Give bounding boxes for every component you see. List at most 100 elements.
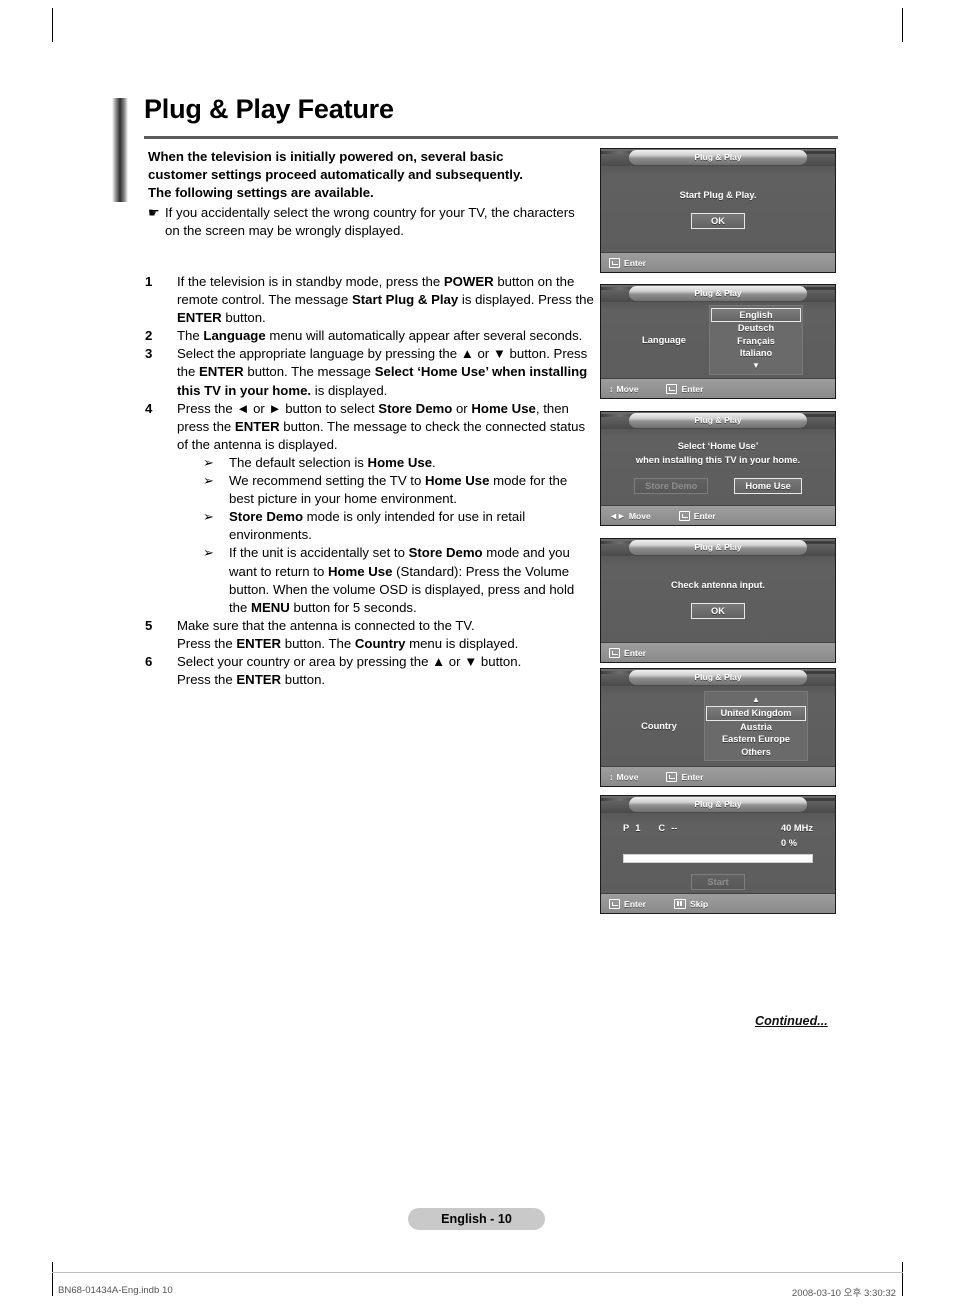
osd-option-item[interactable]: Italiano (710, 347, 802, 360)
osd-option-list[interactable]: ▲ United Kingdom Austria Eastern Europe Othe… (704, 690, 808, 762)
step-number: 5 (145, 617, 153, 633)
crop-mark-top-left (52, 8, 53, 42)
header-rule (144, 136, 838, 139)
osd-option-item[interactable]: English (711, 307, 801, 323)
body-text: If the television is in standby mode, pr… (177, 274, 444, 289)
osd-panel-country: Plug & Play Country ▲ United Kingdom Austria… (600, 668, 836, 787)
scroll-up-arrow-icon[interactable]: ▲ (705, 694, 807, 707)
instruction-steps: 1 If the television is in standby mode, p… (142, 273, 594, 689)
updown-arrows-icon: ↕ (609, 771, 613, 782)
osd-ok-button[interactable]: OK (691, 602, 745, 619)
instruction-step: 6 Select your country or area by pressing… (142, 653, 594, 689)
osd-body: Start Plug & Play. OK (601, 166, 835, 252)
osd-option-item[interactable]: Eastern Europe (705, 733, 807, 746)
body-text: or (452, 400, 472, 416)
osd-start-button-row: Start (623, 872, 813, 890)
osd-footer: Enter (601, 642, 835, 662)
osd-home-use-button[interactable]: Home Use (734, 477, 802, 494)
body-text: is displayed. Press the (458, 292, 594, 308)
page-number-badge: English - 10 (408, 1208, 545, 1230)
pointing-hand-icon: ☛ (148, 205, 160, 220)
scroll-down-arrow-icon[interactable]: ▼ (710, 360, 802, 373)
osd-footer: Enter (601, 252, 835, 272)
instruction-step: 5 Make sure that the antenna is connected… (142, 617, 594, 653)
step-text: If the television is in standby mode, pr… (177, 273, 594, 327)
osd-frequency-value: 40 MHz (780, 823, 813, 833)
osd-program-value: 1 (635, 823, 641, 833)
osd-store-demo-button[interactable]: Store Demo (634, 477, 709, 494)
arrowhead-bullet-icon: ➢ (203, 473, 214, 489)
instruction-step: 2 The Language menu will automatically ap… (142, 327, 594, 345)
emphasis-text: Home Use (327, 563, 393, 579)
step-number: 6 (145, 653, 153, 669)
print-footer-right: 2008-03-10 오후 3:30:32 (791, 1288, 896, 1299)
step-number: 4 (145, 400, 153, 416)
osd-footer-hint-label: Skip (689, 898, 709, 909)
osd-footer: Enter Skip (601, 893, 835, 913)
body-text: Press the ◄ or ► button to select (177, 400, 379, 416)
osd-title-text: Plug & Play (694, 288, 742, 298)
step-text: The Language menu will automatically app… (177, 327, 594, 345)
osd-footer-hint: Skip (673, 898, 709, 909)
intro-lead-line-2: customer settings proceed automatically … (148, 167, 523, 182)
osd-progress-bar (623, 854, 813, 863)
step-subnote-text: The default selection is Home Use. (229, 454, 594, 472)
osd-body: Check antenna input. OK (601, 556, 835, 642)
osd-option-item[interactable]: Austria (705, 721, 807, 734)
emphasis-text: Country (354, 635, 406, 651)
osd-start-button[interactable]: Start (691, 874, 745, 890)
body-text: Press the (177, 635, 237, 651)
instruction-step: 3 Select the appropriate language by pres… (142, 345, 594, 399)
emphasis-text: Store Demo (378, 400, 453, 416)
body-text: Make sure that the antenna is connected … (177, 617, 475, 633)
osd-title-bar: Plug & Play (601, 539, 835, 556)
osd-message-line-1: Select ‘Home Use’ (677, 440, 759, 451)
body-text: menu will automatically appear after sev… (265, 328, 583, 344)
emphasis-text: Store Demo (408, 545, 483, 561)
osd-ok-button[interactable]: OK (691, 212, 745, 229)
arrowhead-bullet-icon: ➢ (203, 509, 214, 525)
osd-panel-home-use: Plug & Play Select ‘Home Use’ when install… (600, 411, 836, 526)
emphasis-text: ENTER (199, 364, 244, 380)
step-subnote: ➢ If the unit is accidentally set to Stor… (203, 544, 594, 616)
emphasis-text: POWER (443, 274, 494, 289)
arrowhead-bullet-icon: ➢ (203, 454, 214, 470)
enter-key-icon (609, 257, 620, 268)
step-text: Press the ◄ or ► button to select Store … (177, 400, 594, 617)
osd-option-item[interactable]: Deutsch (710, 322, 802, 335)
osd-panel-language: Plug & Play Language English Deutsch Françai… (600, 284, 836, 399)
enter-key-icon (609, 647, 620, 658)
body-text: button for 5 seconds. (289, 599, 417, 615)
header-accent-bar (112, 98, 128, 202)
osd-footer: ↕ Move Enter (601, 378, 835, 398)
body-text: The default selection is (229, 454, 368, 470)
osd-option-list[interactable]: English Deutsch Français Italiano ▼ (709, 304, 803, 376)
osd-title-text: Plug & Play (694, 799, 742, 809)
osd-footer-hint: Enter (666, 771, 703, 782)
osd-footer-hint-label: Move (628, 510, 651, 521)
osd-channel-label: C (658, 823, 666, 833)
body-text: button. The message (243, 364, 375, 380)
osd-footer-hint: Enter (678, 510, 716, 521)
body-text: If the unit is accidentally set to (229, 545, 409, 561)
osd-panel-scan: Plug & Play P 1 C -- 40 MHz 0 % Start Enter Skip (600, 795, 836, 914)
osd-option-item[interactable]: United Kingdom (706, 706, 806, 721)
osd-title-text: Plug & Play (694, 542, 742, 552)
osd-panel-antenna: Plug & Play Check antenna input. OK Enter (600, 538, 836, 663)
emphasis-text: ENTER (177, 310, 222, 326)
emphasis-text: Language (203, 328, 266, 344)
osd-footer-hint: ↕ Move (609, 772, 638, 782)
continued-label: Continued... (755, 1014, 828, 1028)
osd-option-item[interactable]: Others (705, 746, 807, 759)
osd-title-text: Plug & Play (694, 672, 742, 682)
enter-key-icon (666, 771, 678, 782)
osd-percent-value: 0 % (780, 838, 797, 848)
print-footer-rule (52, 1272, 903, 1273)
intro-block: When the television is initially powered… (148, 148, 578, 240)
osd-option-item[interactable]: Français (710, 335, 802, 348)
crop-mark-bottom-left (52, 1262, 53, 1296)
osd-scan-channel-info: P 1 C -- (623, 823, 695, 833)
print-footer-left: BN68-01434A-Eng.indb 10 (58, 1285, 173, 1296)
body-text: button. The (281, 635, 355, 651)
osd-footer-hint-label: Enter (624, 647, 646, 658)
